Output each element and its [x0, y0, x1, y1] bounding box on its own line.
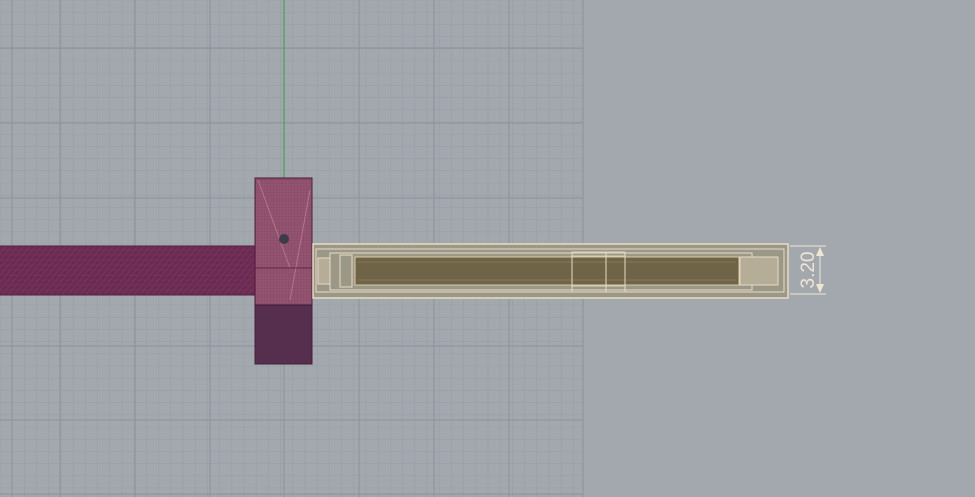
rod-object[interactable] — [0, 245, 295, 296]
cad-viewport[interactable]: 3.20 — [0, 0, 975, 497]
rail-slot[interactable] — [355, 257, 739, 285]
block-object[interactable] — [254, 177, 313, 365]
rail-housing[interactable] — [312, 243, 789, 299]
pivot-point[interactable] — [279, 234, 289, 244]
viewport-canvas[interactable]: 3.20 — [0, 0, 975, 497]
dimension-value: 3.20 — [798, 252, 819, 289]
